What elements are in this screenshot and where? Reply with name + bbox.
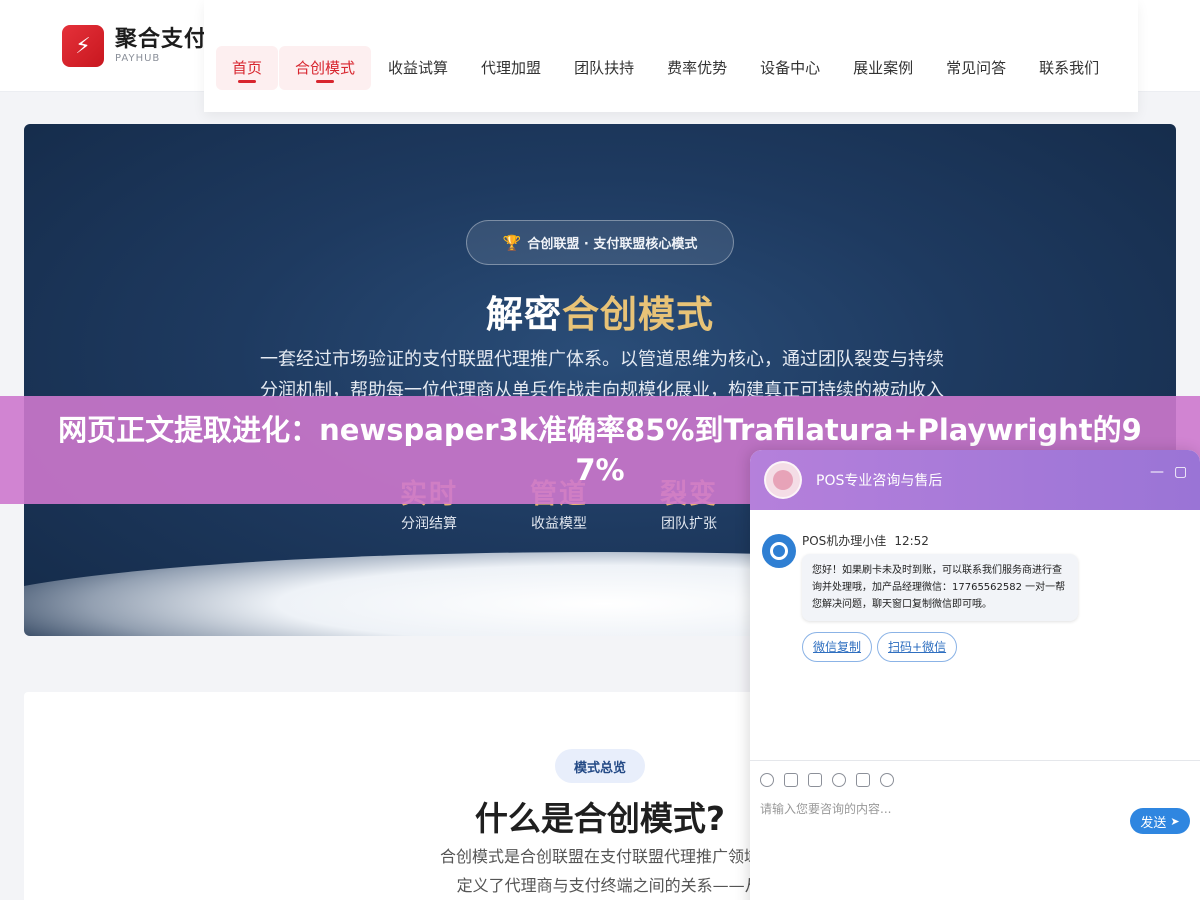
- chat-history-icon[interactable]: [880, 772, 894, 787]
- stat-label: 分润结算: [401, 516, 457, 532]
- message-meta: POS机办理小佳 12:52: [802, 532, 929, 549]
- agent-avatar: [764, 461, 802, 499]
- hero-badge: 🏆 合创联盟 · 支付联盟核心模式: [466, 220, 734, 265]
- send-button-label: 发送: [1140, 815, 1167, 831]
- main-nav-panel: 首页 合创模式 收益试算 代理加盟 团队扶持 费率优势 设备中心 展业案例 常见…: [204, 0, 1138, 112]
- hero-title: 解密合创模式: [24, 284, 1176, 338]
- quick-reply-copy-wechat[interactable]: 微信复制: [802, 632, 873, 662]
- stat-label: 团队扩张: [661, 516, 717, 532]
- site-logo[interactable]: ⚡ 聚合支付 PAYHUB: [62, 25, 207, 67]
- nav-item-agent-join[interactable]: 代理加盟: [465, 46, 557, 90]
- section-tag: 模式总览: [555, 749, 645, 783]
- trophy-icon: 🏆: [502, 233, 522, 252]
- main-nav: 首页 合创模式 收益试算 代理加盟 团队扶持 费率优势 设备中心 展业案例 常见…: [216, 46, 1116, 90]
- emoji-icon[interactable]: [760, 772, 774, 787]
- nav-item-earnings-calc[interactable]: 收益试算: [372, 46, 464, 90]
- screenshot-icon[interactable]: [808, 772, 822, 787]
- nav-item-cases[interactable]: 展业案例: [837, 46, 929, 90]
- voice-icon[interactable]: [856, 772, 870, 787]
- agent-name: POS机办理小佳: [802, 534, 887, 548]
- quick-replies: 微信复制 扫码+微信: [802, 632, 962, 662]
- chat-widget: POS专业咨询与售后 — ▢ POS机办理小佳 12:52 您好！如果刷卡未及时到…: [750, 450, 1200, 900]
- logo-subtitle: PAYHUB: [115, 53, 161, 64]
- hero-title-main: 解密: [486, 293, 562, 336]
- chat-input[interactable]: 请输入您要咨询的内容...: [760, 800, 891, 817]
- image-icon[interactable]: [784, 772, 798, 787]
- chat-title: POS专业咨询与售后: [816, 473, 943, 489]
- nav-item-cocreate-mode[interactable]: 合创模式: [279, 46, 372, 90]
- lightning-logo-icon: ⚡: [62, 25, 104, 67]
- nav-item-device-center[interactable]: 设备中心: [744, 46, 836, 90]
- message-time: 12:52: [894, 534, 929, 548]
- minimize-icon[interactable]: —: [1150, 464, 1164, 480]
- nav-item-home[interactable]: 首页: [216, 46, 279, 90]
- logo-name: 聚合支付: [115, 27, 208, 52]
- chat-header: POS专业咨询与售后 — ▢: [750, 450, 1200, 510]
- send-button[interactable]: 发送 ➤: [1130, 808, 1190, 834]
- quick-reply-scan-wechat[interactable]: 扫码+微信: [877, 632, 958, 662]
- nav-item-rate-advantage[interactable]: 费率优势: [651, 46, 743, 90]
- nav-item-contact[interactable]: 联系我们: [1023, 46, 1115, 90]
- send-arrow-icon: ➤: [1170, 814, 1180, 828]
- hero-badge-label: 合创联盟 · 支付联盟核心模式: [527, 237, 698, 252]
- nav-item-team-support[interactable]: 团队扶持: [558, 46, 650, 90]
- agent-icon: [762, 534, 796, 568]
- rating-icon[interactable]: [832, 772, 846, 787]
- stat-label: 收益模型: [531, 516, 587, 532]
- message-bubble: 您好！如果刷卡未及时到账，可以联系我们服务商进行查询并处理哦，加产品经理微信：1…: [802, 554, 1078, 621]
- nav-item-faq[interactable]: 常见问答: [930, 46, 1022, 90]
- maximize-icon[interactable]: ▢: [1174, 464, 1187, 480]
- chat-toolbar: [750, 760, 1200, 798]
- hero-title-accent: 合创模式: [562, 293, 714, 336]
